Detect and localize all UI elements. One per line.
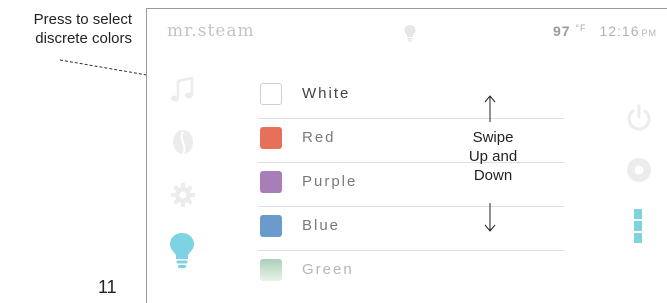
status-bar: 97 °F 12:16 PM xyxy=(553,23,657,39)
device-screen: mr.steam 97 °F 12:16 PM White Red Purple… xyxy=(147,9,667,303)
list-item-green[interactable]: Green xyxy=(258,251,564,294)
temperature: 97 xyxy=(552,23,571,39)
clock-ampm: PM xyxy=(641,28,657,38)
color-swatch-green xyxy=(260,259,282,281)
record-icon[interactable] xyxy=(625,156,653,184)
color-label: White xyxy=(302,85,351,102)
brand-logo: mr.steam xyxy=(167,21,255,41)
gear-icon[interactable] xyxy=(168,180,198,210)
power-icon[interactable] xyxy=(624,103,654,133)
page-number: 11 xyxy=(98,277,117,297)
color-swatch-blue xyxy=(260,215,282,237)
swipe-instruction: Swipe Up and Down xyxy=(449,128,537,185)
color-label: Purple xyxy=(302,173,358,190)
lightbulb-icon[interactable] xyxy=(167,231,197,271)
color-label: Green xyxy=(302,261,354,278)
color-label: Blue xyxy=(302,217,341,234)
swipe-line-3: Down xyxy=(473,167,513,184)
color-swatch-white xyxy=(260,83,282,105)
music-note-icon[interactable] xyxy=(168,75,198,105)
swipe-up-arrow xyxy=(484,95,496,122)
swipe-down-arrow xyxy=(484,203,496,232)
color-swatch-red xyxy=(260,127,282,149)
leaf-icon[interactable] xyxy=(168,127,198,157)
swipe-line-2: Up and xyxy=(468,148,518,165)
level-bars-icon[interactable] xyxy=(632,209,644,243)
list-item-blue[interactable]: Blue xyxy=(258,207,564,251)
clock-time: 12:16 xyxy=(599,23,640,39)
swipe-line-1: Swipe xyxy=(472,129,514,146)
color-label: Red xyxy=(302,129,336,146)
list-item-white[interactable]: White xyxy=(258,75,564,119)
color-swatch-purple xyxy=(260,171,282,193)
temperature-unit: °F xyxy=(575,23,587,33)
lightbulb-status-icon xyxy=(404,25,416,42)
